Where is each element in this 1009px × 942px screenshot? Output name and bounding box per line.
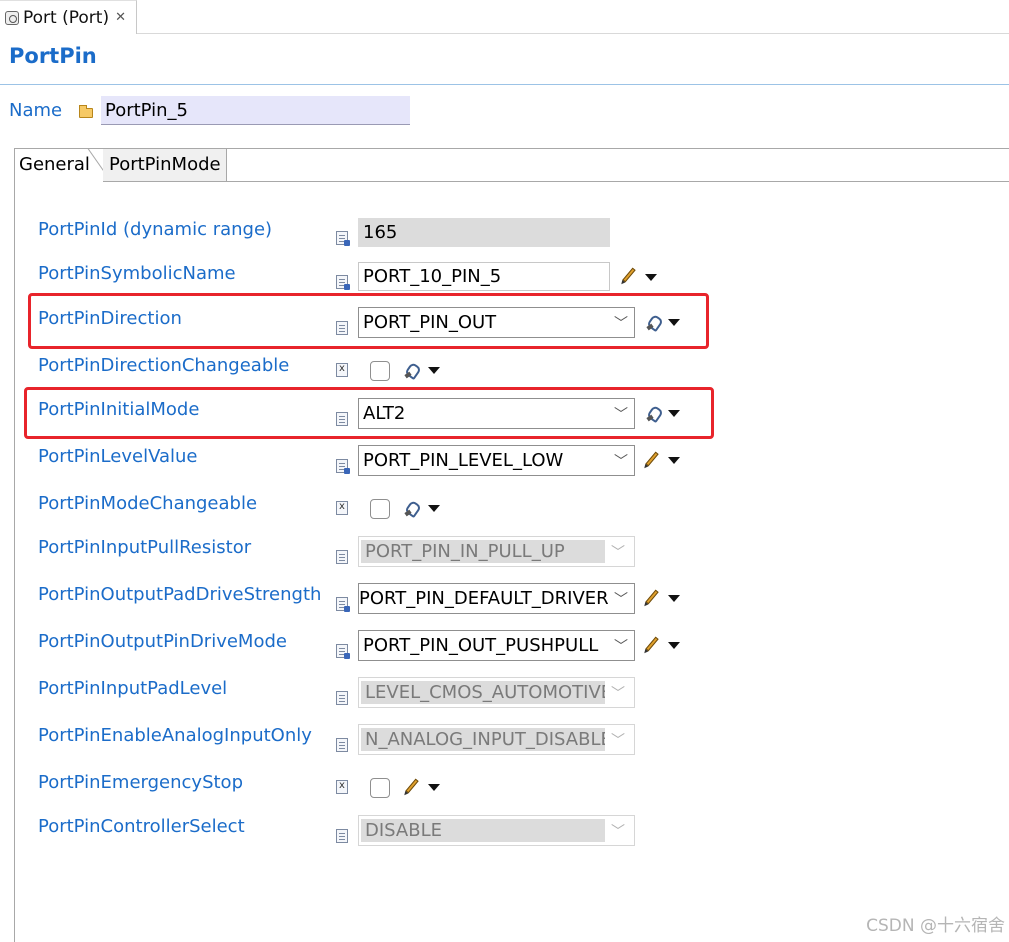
output-drive-mode-select[interactable]: PORT_PIN_OUT_PUSHPULL ﹀ — [358, 630, 635, 661]
controller-select-label: PortPinControllerSelect — [38, 816, 245, 837]
calculated-parameter-icon — [336, 459, 350, 474]
chevron-down-icon: ﹀ — [614, 638, 628, 655]
emergency-stop-label: PortPinEmergencyStop — [38, 772, 243, 793]
chevron-down-icon: ﹀ — [614, 453, 628, 470]
highlight-box-initial-mode — [24, 387, 714, 439]
output-drive-strength-select[interactable]: PORT_PIN_DEFAULT_DRIVER ﹀ — [358, 583, 635, 614]
row-mode-changeable: PortPinModeChangeable — [0, 492, 1009, 532]
edit-pencil-icon[interactable] — [645, 589, 659, 605]
boolean-parameter-icon — [336, 501, 348, 515]
input-pad-level-select: LEVEL_CMOS_AUTOMOTIVE ﹀ — [358, 677, 635, 708]
parameter-icon — [336, 738, 348, 752]
calculated-parameter-icon — [336, 231, 350, 246]
direction-changeable-checkbox[interactable] — [370, 361, 390, 381]
row-portpinid: PortPinId (dynamic range) 165 — [0, 218, 1009, 258]
chevron-down-icon: ﹀ — [611, 544, 625, 561]
row-input-pull: PortPinInputPullResistor PORT_PIN_IN_PUL… — [0, 536, 1009, 576]
portpinid-label: PortPinId (dynamic range) — [38, 219, 273, 240]
page-title: PortPin — [9, 44, 97, 68]
calculated-parameter-icon — [336, 644, 350, 659]
input-pull-value: PORT_PIN_IN_PULL_UP — [361, 540, 605, 563]
close-icon[interactable]: ✕ — [115, 10, 126, 25]
level-value-value: PORT_PIN_LEVEL_LOW — [363, 450, 564, 471]
tabfolder-border — [226, 181, 1009, 182]
emergency-stop-checkbox[interactable] — [370, 778, 390, 798]
boolean-parameter-icon — [336, 780, 348, 794]
chevron-down-icon[interactable] — [645, 274, 657, 281]
input-pull-label: PortPinInputPullResistor — [38, 537, 252, 558]
output-drive-strength-value: PORT_PIN_DEFAULT_DRIVER — [359, 588, 608, 609]
row-level-value: PortPinLevelValue PORT_PIN_LEVEL_LOW ﹀ — [0, 445, 1009, 485]
editor-tab-port[interactable]: Port (Port) ✕ — [0, 0, 137, 34]
input-pull-select: PORT_PIN_IN_PULL_UP ﹀ — [358, 536, 635, 567]
output-drive-mode-label: PortPinOutputPinDriveMode — [38, 631, 287, 652]
folder-icon — [79, 105, 93, 118]
row-emergency-stop: PortPinEmergencyStop — [0, 771, 1009, 811]
input-pad-level-label: PortPinInputPadLevel — [38, 678, 228, 699]
edit-pencil-icon[interactable] — [645, 451, 659, 467]
calculated-parameter-icon — [336, 275, 350, 290]
analog-input-only-value: N_ANALOG_INPUT_DISABLE — [361, 728, 605, 751]
tab-portpinmode[interactable]: PortPinMode — [103, 148, 227, 182]
analog-input-only-select: N_ANALOG_INPUT_DISABLE ﹀ — [358, 724, 635, 755]
row-controller-select: PortPinControllerSelect DISABLE ﹀ — [0, 815, 1009, 855]
row-output-drive-strength: PortPinOutputPadDriveStrength PORT_PIN_D… — [0, 583, 1009, 623]
link-icon[interactable] — [405, 363, 419, 377]
controller-select-value: DISABLE — [361, 819, 605, 842]
name-field[interactable]: PortPin_5 — [101, 96, 410, 125]
parameter-icon — [336, 691, 348, 705]
chevron-down-icon: ﹀ — [611, 685, 625, 702]
output-drive-strength-label: PortPinOutputPadDriveStrength — [38, 584, 322, 605]
symbolic-name-field[interactable]: PORT_10_PIN_5 — [358, 262, 610, 291]
row-analog-input-only: PortPinEnableAnalogInputOnly N_ANALOG_IN… — [0, 724, 1009, 764]
row-input-pad-level: PortPinInputPadLevel LEVEL_CMOS_AUTOMOTI… — [0, 677, 1009, 717]
chevron-down-icon[interactable] — [428, 367, 440, 374]
highlight-box-direction — [28, 293, 709, 349]
edit-pencil-icon[interactable] — [622, 267, 636, 283]
boolean-parameter-icon — [336, 363, 348, 377]
mode-changeable-label: PortPinModeChangeable — [38, 493, 258, 514]
edit-pencil-icon[interactable] — [645, 636, 659, 652]
name-label: Name — [9, 100, 63, 121]
output-drive-mode-value: PORT_PIN_OUT_PUSHPULL — [363, 635, 599, 656]
chevron-down-icon: ﹀ — [611, 823, 625, 840]
chevron-down-icon[interactable] — [668, 642, 680, 649]
portpinid-field: 165 — [358, 218, 610, 247]
chevron-down-icon: ﹀ — [614, 591, 628, 608]
mode-changeable-checkbox[interactable] — [370, 499, 390, 519]
input-pad-level-value: LEVEL_CMOS_AUTOMOTIVE — [361, 681, 605, 704]
editor-tab-title: Port (Port) — [23, 7, 110, 28]
watermark: CSDN @十六宿舍 — [866, 916, 1005, 936]
level-value-label: PortPinLevelValue — [38, 446, 198, 467]
row-output-drive-mode: PortPinOutputPinDriveMode PORT_PIN_OUT_P… — [0, 630, 1009, 670]
controller-select-select: DISABLE ﹀ — [358, 815, 635, 846]
chevron-down-icon[interactable] — [668, 457, 680, 464]
direction-changeable-label: PortPinDirectionChangeable — [38, 355, 290, 376]
editor-tab-bar: Port (Port) ✕ — [0, 0, 1009, 34]
tabfolder-border — [226, 148, 1009, 149]
chevron-down-icon[interactable] — [428, 784, 440, 791]
chevron-down-icon[interactable] — [428, 505, 440, 512]
analog-input-only-label: PortPinEnableAnalogInputOnly — [38, 725, 312, 746]
parameter-icon — [336, 550, 348, 564]
chevron-down-icon: ﹀ — [611, 732, 625, 749]
link-icon[interactable] — [405, 501, 419, 515]
parameter-icon — [336, 829, 348, 843]
symbolic-name-label: PortPinSymbolicName — [38, 263, 236, 284]
level-value-select[interactable]: PORT_PIN_LEVEL_LOW ﹀ — [358, 445, 635, 476]
calculated-parameter-icon — [336, 597, 350, 612]
edit-pencil-icon[interactable] — [405, 778, 419, 794]
port-module-icon — [5, 10, 19, 25]
title-divider — [0, 84, 1009, 85]
chevron-down-icon[interactable] — [668, 595, 680, 602]
